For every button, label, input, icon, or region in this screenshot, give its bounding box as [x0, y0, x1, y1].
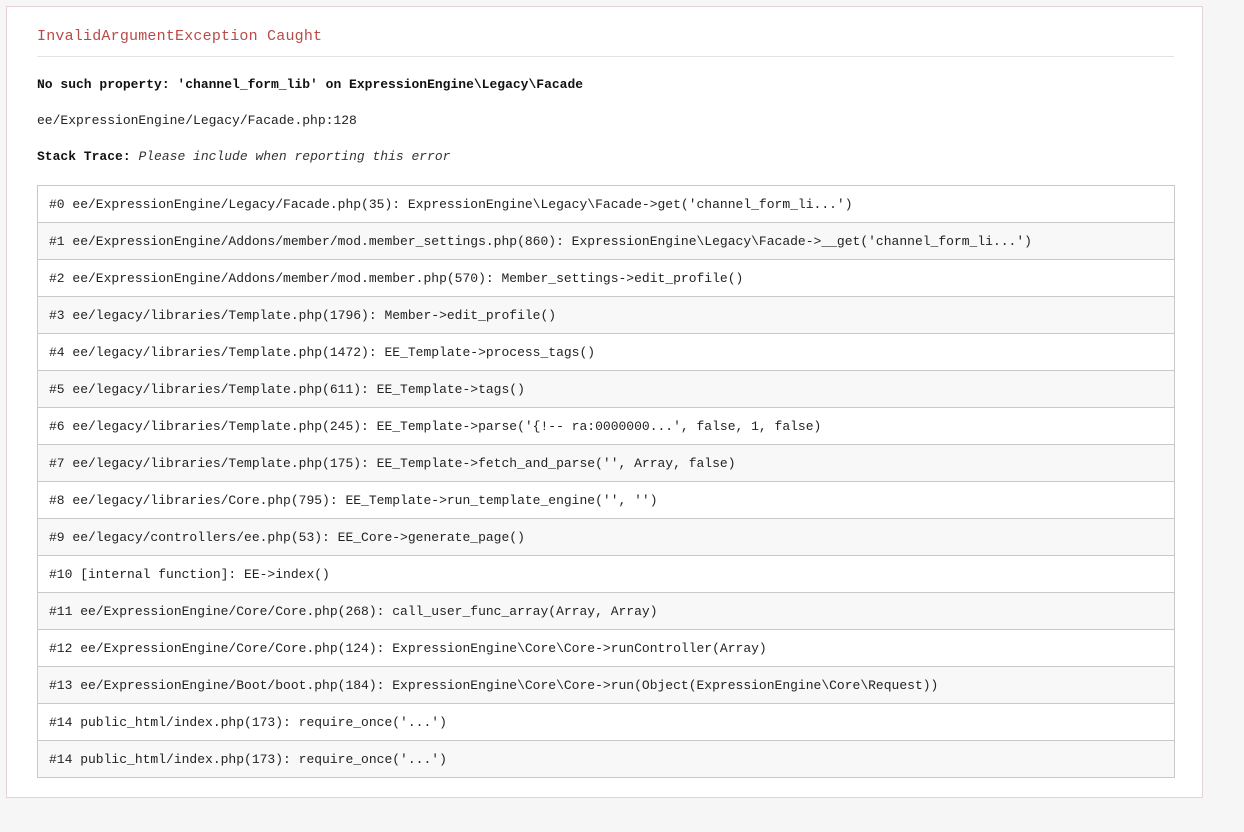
trace-row: #2 ee/ExpressionEngine/Addons/member/mod… — [38, 260, 1174, 297]
trace-row: #10 [internal function]: EE->index() — [38, 556, 1174, 593]
error-panel: InvalidArgumentException Caught No such … — [6, 6, 1203, 798]
error-location: ee/ExpressionEngine/Legacy/Facade.php:12… — [37, 113, 357, 128]
trace-row: #6 ee/legacy/libraries/Template.php(245)… — [38, 408, 1174, 445]
trace-row: #5 ee/legacy/libraries/Template.php(611)… — [38, 371, 1174, 408]
trace-row: #8 ee/legacy/libraries/Core.php(795): EE… — [38, 482, 1174, 519]
trace-row: #14 public_html/index.php(173): require_… — [38, 741, 1174, 778]
trace-row: #14 public_html/index.php(173): require_… — [38, 704, 1174, 741]
exception-title: InvalidArgumentException Caught — [37, 28, 323, 45]
stack-trace-label: Stack Trace: — [37, 149, 131, 164]
trace-row: #11 ee/ExpressionEngine/Core/Core.php(26… — [38, 593, 1174, 630]
trace-row: #12 ee/ExpressionEngine/Core/Core.php(12… — [38, 630, 1174, 667]
trace-row: #4 ee/legacy/libraries/Template.php(1472… — [38, 334, 1174, 371]
trace-row: #13 ee/ExpressionEngine/Boot/boot.php(18… — [38, 667, 1174, 704]
trace-row: #3 ee/legacy/libraries/Template.php(1796… — [38, 297, 1174, 334]
stack-trace-heading: Stack Trace: Please include when reporti… — [37, 149, 451, 164]
trace-row: #7 ee/legacy/libraries/Template.php(175)… — [38, 445, 1174, 482]
title-divider — [37, 56, 1174, 57]
stack-trace-list: #0 ee/ExpressionEngine/Legacy/Facade.php… — [37, 185, 1175, 778]
trace-row: #9 ee/legacy/controllers/ee.php(53): EE_… — [38, 519, 1174, 556]
error-message: No such property: 'channel_form_lib' on … — [37, 77, 584, 92]
trace-row: #1 ee/ExpressionEngine/Addons/member/mod… — [38, 223, 1174, 260]
trace-row: #0 ee/ExpressionEngine/Legacy/Facade.php… — [38, 186, 1174, 223]
stack-trace-note: Please include when reporting this error — [138, 149, 451, 164]
